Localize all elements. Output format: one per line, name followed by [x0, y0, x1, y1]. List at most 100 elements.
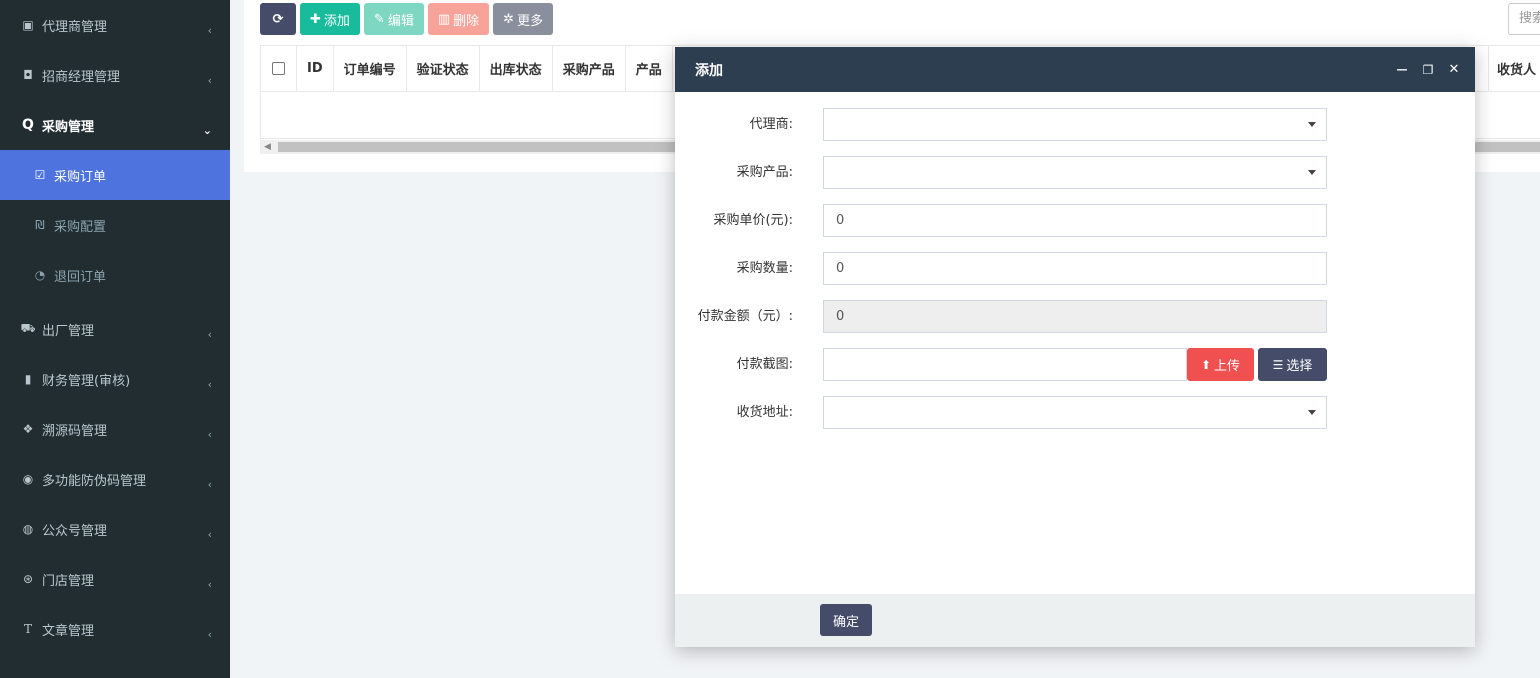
dialog-title: 添加 [695, 62, 723, 79]
quantity-input[interactable]: 0 [823, 252, 1327, 285]
book-icon: ▮ [24, 372, 32, 386]
caret-down-icon [1308, 410, 1316, 415]
refresh-button[interactable]: ⟳ [260, 3, 296, 35]
sidebar-item-label: 多功能防伪码管理 [42, 473, 147, 489]
column-header-purchase-product[interactable]: 采购产品 [553, 46, 626, 91]
sidebar-item-label: 出厂管理 [42, 323, 95, 339]
plus-icon: ✚ [310, 11, 321, 27]
upload-button[interactable]: ⬆ 上传 [1187, 348, 1254, 381]
chevron-down-icon: ⌄ [202, 124, 212, 137]
sidebar-item-label: 采购管理 [42, 119, 95, 135]
sidebar-subitem-purchase-config[interactable]: ₪ 采购配置 [0, 200, 230, 250]
shipping-address-select[interactable] [823, 396, 1327, 429]
payment-amount-label: 付款金额（元）: [697, 309, 793, 324]
chevron-left-icon: ‹ [207, 74, 212, 87]
choose-button-label: 选择 [1286, 359, 1313, 374]
product-label: 采购产品: [736, 165, 793, 180]
column-header-receiver[interactable]: 收货人 [1488, 46, 1540, 91]
sidebar-subitem-label: 采购订单 [54, 169, 107, 185]
gear-icon: ✲ [503, 11, 515, 27]
payment-screenshot-input[interactable] [823, 348, 1187, 381]
more-button[interactable]: ✲ 更多 [493, 3, 554, 35]
form-row-price: 采购单价(元): 0 [675, 204, 1475, 237]
agent-select[interactable] [823, 108, 1327, 141]
quantity-label: 采购数量: [736, 261, 793, 276]
minimize-icon[interactable]: — [1395, 63, 1409, 76]
dialog-header[interactable]: 添加 — ❐ ✕ [675, 47, 1475, 92]
column-header-outbound-status[interactable]: 出库状态 [480, 46, 553, 91]
sidebar-item-trace-code-management[interactable]: ❖ 溯源码管理 ‹ [0, 404, 230, 454]
shipping-address-label: 收货地址: [736, 405, 793, 420]
choose-button[interactable]: ☰ 选择 [1258, 348, 1327, 381]
add-button-label: 添加 [323, 13, 350, 29]
sidebar-item-recruit-manager[interactable]: ◘ 招商经理管理 ‹ [0, 50, 230, 100]
scroll-left-icon[interactable]: ◀ [264, 142, 271, 152]
payment-amount-input: 0 [823, 300, 1327, 333]
column-header-order-no[interactable]: 订单编号 [334, 46, 407, 91]
select-all-checkbox-cell[interactable] [261, 46, 297, 91]
sidebar-item-store-management[interactable]: ⊛ 门店管理 ‹ [0, 554, 230, 604]
sidebar-subitem-purchase-orders[interactable]: ☑ 采购订单 [0, 150, 230, 200]
trash-icon: ▥ [437, 11, 451, 27]
sidebar-item-purchase-management[interactable]: Q 采购管理 ⌄ [0, 100, 230, 150]
dialog-controls: — ❐ ✕ [1395, 47, 1461, 92]
confirm-button[interactable]: 确定 [820, 604, 872, 636]
add-button[interactable]: ✚ 添加 [300, 3, 360, 35]
sidebar-item-label: 代理商管理 [42, 19, 108, 35]
chevron-left-icon: ‹ [207, 628, 212, 641]
delete-button[interactable]: ▥ 删除 [427, 3, 490, 35]
search-icon: Q [22, 117, 34, 133]
more-button-label: 更多 [517, 13, 544, 29]
refresh-icon: ⟳ [272, 11, 284, 27]
sidebar-item-label: 招商经理管理 [42, 69, 121, 85]
sliders-icon: ₪ [35, 218, 45, 232]
upload-icon: ⬆ [1200, 357, 1212, 372]
form-row-screenshot: 付款截图: ⬆ 上传 ☰ 选择 [675, 348, 1475, 381]
select-all-checkbox[interactable] [272, 62, 285, 75]
sidebar-item-label: 财务管理(审核) [42, 373, 131, 389]
edit-button-label: 编辑 [387, 13, 414, 29]
chevron-left-icon: ‹ [207, 378, 212, 391]
edit-button[interactable]: ✎ 编辑 [363, 3, 424, 35]
unit-price-input[interactable]: 0 [823, 204, 1327, 237]
pencil-icon: ✎ [373, 11, 385, 27]
column-header-verify-status[interactable]: 验证状态 [407, 46, 480, 91]
calendar-check-icon: ☑ [34, 168, 46, 182]
add-dialog: 添加 — ❐ ✕ 代理商: 采购产品: 采购单价(元): 0 采购数量: 0 付… [675, 47, 1475, 647]
sidebar-item-label: 公众号管理 [42, 523, 108, 539]
undo-icon: ◔ [34, 268, 46, 282]
sidebar-item-anti-fake-code-management[interactable]: ◉ 多功能防伪码管理 ‹ [0, 454, 230, 504]
sidebar-subitem-returned-orders[interactable]: ◔ 退回订单 [0, 250, 230, 300]
search-input[interactable]: 搜索 [1508, 3, 1540, 35]
chevron-left-icon: ‹ [207, 528, 212, 541]
sidebar: ▣ 代理商管理 ‹ ◘ 招商经理管理 ‹ Q 采购管理 ⌄ ☑ 采购订单 ₪ 采… [0, 0, 230, 678]
product-select[interactable] [823, 156, 1327, 189]
caret-down-icon [1308, 170, 1316, 175]
sidebar-item-official-account-management[interactable]: ◍ 公众号管理 ‹ [0, 504, 230, 554]
cog-circle-icon: ⊛ [22, 572, 34, 586]
form-row-agent: 代理商: [675, 108, 1475, 141]
agent-label: 代理商: [749, 117, 793, 132]
maximize-icon[interactable]: ❐ [1421, 63, 1435, 77]
form-row-address: 收货地址: [675, 396, 1475, 429]
toolbar: ⟳ ✚ 添加 ✎ 编辑 ▥ 删除 ✲ 更多 [260, 3, 554, 35]
payment-screenshot-label: 付款截图: [736, 357, 793, 372]
unit-price-label: 采购单价(元): [713, 213, 793, 228]
sidebar-item-agent-management[interactable]: ▣ 代理商管理 ‹ [0, 0, 230, 50]
sidebar-item-factory-management[interactable]: ⛟ 出厂管理 ‹ [0, 304, 230, 354]
column-header-product[interactable]: 产品 [626, 46, 673, 91]
sidebar-item-article-management[interactable]: T 文章管理 ‹ [0, 604, 230, 654]
sidebar-item-finance-management[interactable]: ▮ 财务管理(审核) ‹ [0, 354, 230, 404]
sidebar-subitem-label: 采购配置 [54, 219, 107, 235]
chevron-left-icon: ‹ [207, 328, 212, 341]
text-icon: T [23, 622, 32, 636]
chevron-left-icon: ‹ [207, 478, 212, 491]
cubes-icon: ❖ [22, 422, 34, 436]
column-header-id[interactable]: ID [297, 46, 334, 91]
chevron-left-icon: ‹ [207, 428, 212, 441]
wechat-icon: ◍ [22, 522, 34, 536]
form-row-quantity: 采购数量: 0 [675, 252, 1475, 285]
info-circle-icon: ◉ [22, 472, 34, 486]
truck-icon: ⛟ [20, 321, 36, 335]
close-icon[interactable]: ✕ [1447, 62, 1461, 77]
